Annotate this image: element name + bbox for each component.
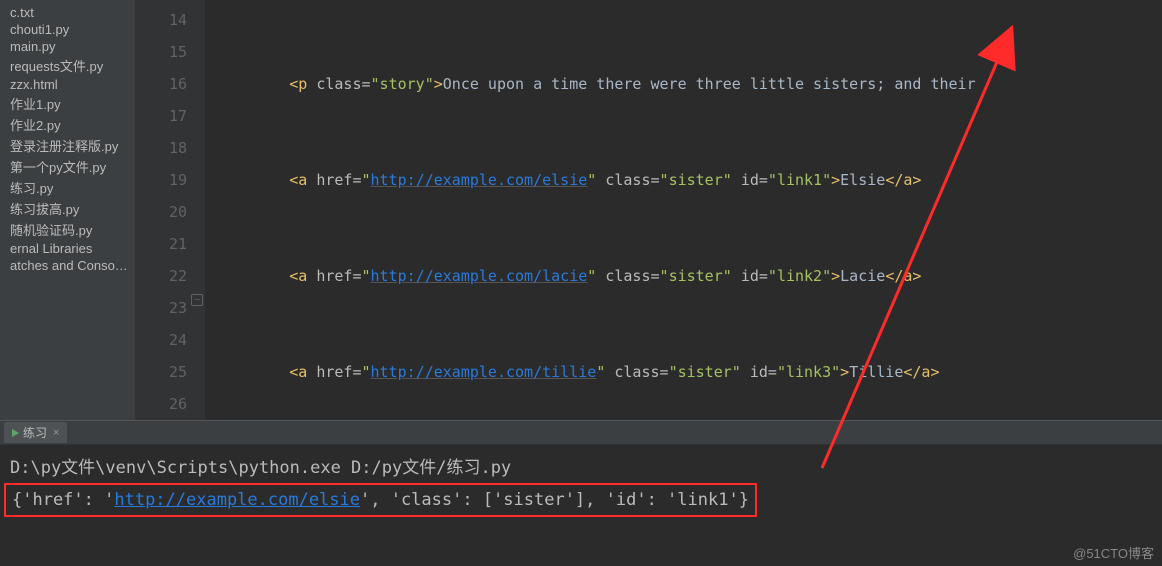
file-item[interactable]: requests文件.py [0, 55, 135, 76]
fold-icon[interactable]: – [191, 294, 203, 306]
file-item[interactable]: main.py [0, 38, 135, 55]
file-item[interactable]: 第一个py文件.py [0, 156, 135, 177]
file-item[interactable]: chouti1.py [0, 21, 135, 38]
run-tabs: 练习 × [0, 421, 1162, 445]
watermark: @51CTO博客 [1073, 543, 1154, 562]
line-gutter: 14151617 18192021 22232425 26 – [135, 0, 205, 420]
file-item[interactable]: 作业1.py [0, 93, 135, 114]
file-item[interactable]: zzx.html [0, 76, 135, 93]
file-item[interactable]: 随机验证码.py [0, 219, 135, 240]
console-output[interactable]: D:\py文件\venv\Scripts\python.exe D:/py文件/… [0, 445, 1162, 517]
file-item[interactable]: c.txt [0, 4, 135, 21]
close-icon[interactable]: × [53, 427, 59, 439]
run-tab[interactable]: 练习 × [4, 422, 67, 443]
file-item[interactable]: 练习.py [0, 177, 135, 198]
output-highlight: {'href': 'http://example.com/elsie', 'cl… [4, 483, 757, 517]
code-editor[interactable]: 14151617 18192021 22232425 26 – <p class… [135, 0, 1162, 420]
file-item[interactable]: 登录注册注释版.py [0, 135, 135, 156]
command-line: D:\py文件\venv\Scripts\python.exe D:/py文件/… [10, 453, 1152, 483]
file-item[interactable]: 练习拔高.py [0, 198, 135, 219]
file-item[interactable]: 作业2.py [0, 114, 135, 135]
project-tree: c.txt chouti1.py main.py requests文件.py z… [0, 0, 135, 420]
scratches-consoles[interactable]: atches and Consoles [0, 257, 135, 274]
run-tab-label: 练习 [23, 424, 47, 441]
external-libraries[interactable]: ernal Libraries [0, 240, 135, 257]
output-link[interactable]: http://example.com/elsie [114, 490, 360, 510]
run-tool-window: 练习 × D:\py文件\venv\Scripts\python.exe D:/… [0, 420, 1162, 566]
run-icon [12, 429, 19, 437]
code-area[interactable]: <p class="story">Once upon a time there … [205, 0, 1162, 420]
